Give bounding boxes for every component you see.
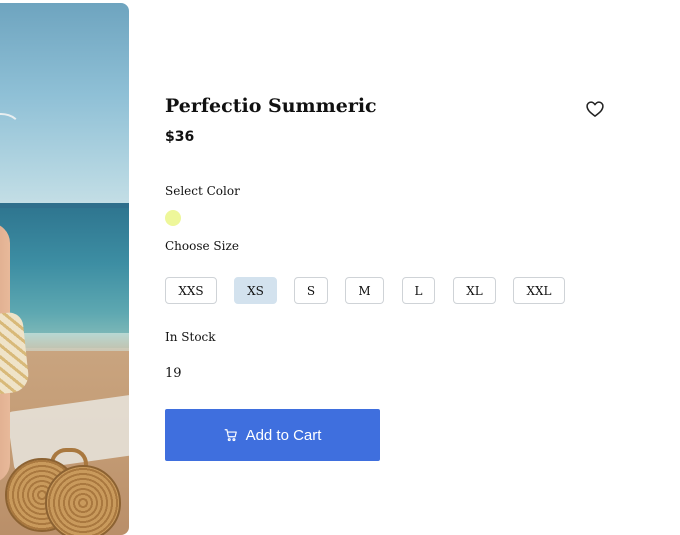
size-option-xl[interactable]: XL [453, 277, 496, 304]
size-option-l[interactable]: L [402, 277, 435, 304]
heart-icon[interactable] [585, 99, 605, 119]
choose-size-label: Choose Size [165, 239, 239, 253]
image-straw-bag [45, 465, 121, 535]
cart-icon [224, 428, 238, 442]
add-to-cart-button[interactable]: Add to Cart [165, 409, 380, 461]
in-stock-label: In Stock [165, 330, 216, 344]
size-option-xs[interactable]: XS [234, 277, 277, 304]
size-option-s[interactable]: S [294, 277, 328, 304]
add-to-cart-label: Add to Cart [245, 426, 322, 444]
size-option-xxl[interactable]: XXL [513, 277, 565, 304]
product-image [0, 3, 129, 535]
product-price: $36 [165, 129, 195, 145]
product-title: Perfectio Summeric [165, 95, 377, 117]
size-options: XXS XS S M L XL XXL [165, 277, 625, 305]
product-details: Perfectio Summeric $36 Select Color Choo… [165, 0, 625, 535]
stock-quantity: 19 [165, 366, 182, 381]
size-option-xxs[interactable]: XXS [165, 277, 217, 304]
image-sky [0, 3, 129, 208]
select-color-label: Select Color [165, 184, 240, 198]
color-swatch[interactable] [165, 210, 181, 226]
size-option-m[interactable]: M [345, 277, 384, 304]
